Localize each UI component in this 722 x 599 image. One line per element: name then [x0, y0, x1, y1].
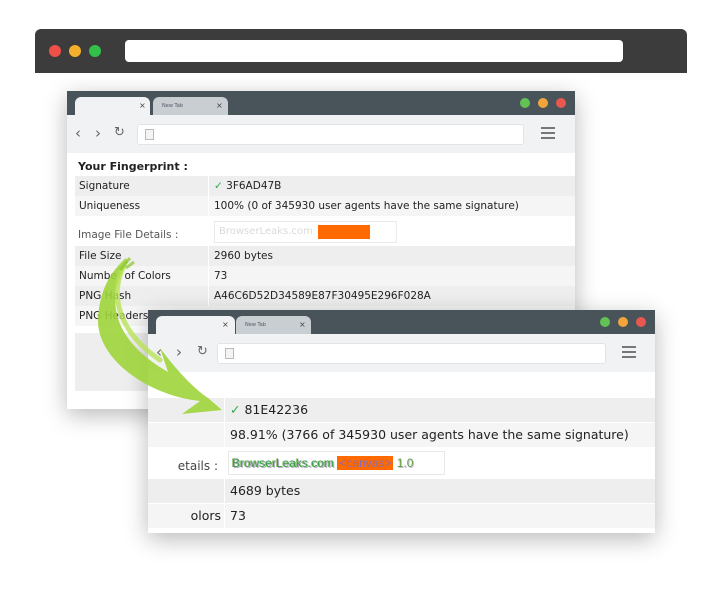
table-row: Signature ✓ 3F6AD47B: [75, 176, 575, 196]
chevron-left-icon[interactable]: ‹: [156, 343, 162, 361]
row-key: Number of Colors: [79, 270, 171, 282]
browser-window-front: × New Tab × ‹ › ↻ ✓ 81E42236 98.91% (376…: [148, 310, 655, 533]
outer-browser-bar: [35, 29, 687, 73]
row-key: Uniqueness: [79, 200, 141, 212]
row-value: A46C6D52D34589E87F30495E296F028A: [214, 290, 431, 302]
table-row: olors 73: [148, 504, 655, 528]
canvas-text: BrowserLeaks.com: [219, 226, 313, 237]
outer-address-bar[interactable]: [125, 40, 623, 62]
tab-new-tab[interactable]: New Tab ×: [236, 316, 311, 334]
minimize-dot-icon[interactable]: [618, 317, 628, 327]
section-label: etails :: [177, 459, 218, 473]
row-key: PNG Headers: [79, 310, 149, 322]
tab-active[interactable]: ×: [156, 316, 235, 334]
close-icon[interactable]: ×: [222, 320, 229, 329]
chevron-left-icon[interactable]: ‹: [75, 124, 81, 142]
row-key: PNG Hash: [79, 290, 132, 302]
row-key: Signature: [79, 180, 130, 192]
tab-label: New Tab: [162, 103, 183, 109]
tab-strip: × New Tab ×: [67, 91, 575, 115]
close-dot-icon[interactable]: [49, 45, 61, 57]
close-icon[interactable]: ×: [139, 101, 146, 110]
table-row: File Size 2960 bytes: [75, 246, 575, 266]
row-value: 73: [214, 270, 228, 282]
table-row: 4689 bytes: [148, 479, 655, 503]
checkmark-icon: ✓: [230, 402, 241, 417]
canvas-version-text: 1.0: [396, 456, 414, 470]
nav-bar: ‹ › ↻: [67, 115, 575, 153]
tab-strip: × New Tab ×: [148, 310, 655, 334]
fingerprint-title: Your Fingerprint :: [78, 160, 188, 173]
row-value: 73: [230, 508, 246, 523]
canvas-site-text: BrowserLeaks.com: [232, 456, 335, 470]
row-value: 2960 bytes: [214, 250, 273, 262]
row-value: ✓ 3F6AD47B: [214, 180, 282, 192]
maximize-dot-icon[interactable]: [600, 317, 610, 327]
tab-active[interactable]: ×: [75, 97, 150, 115]
reload-icon[interactable]: ↻: [114, 124, 125, 142]
canvas-tag-text: <canvas>: [337, 456, 394, 470]
address-bar[interactable]: [217, 343, 606, 364]
minimize-dot-icon[interactable]: [538, 98, 548, 108]
nav-bar: ‹ › ↻: [148, 334, 655, 372]
table-row: ✓ 81E42236: [148, 398, 655, 422]
canvas-image: BrowserLeaks.com: [214, 221, 397, 243]
table-row: Number of Colors 73: [75, 266, 575, 286]
maximize-dot-icon[interactable]: [89, 45, 101, 57]
hamburger-icon[interactable]: [541, 127, 555, 139]
row-value: 4689 bytes: [230, 483, 301, 498]
close-dot-icon[interactable]: [636, 317, 646, 327]
close-icon[interactable]: ×: [216, 101, 223, 110]
tab-label: New Tab: [245, 322, 266, 328]
row-key: olors: [190, 508, 221, 523]
close-dot-icon[interactable]: [556, 98, 566, 108]
row-value: 100% (0 of 345930 user agents have the s…: [214, 200, 519, 212]
table-row: PNG Hash A46C6D52D34589E87F30495E296F028…: [75, 286, 575, 306]
row-key: File Size: [79, 250, 122, 262]
page-icon: [225, 348, 234, 359]
row-value: 98.91% (3766 of 345930 user agents have …: [230, 427, 629, 442]
row-value: ✓ 81E42236: [230, 402, 309, 417]
canvas-image: BrowserLeaks.com <canvas> 1.0: [228, 451, 445, 475]
table-row: 98.91% (3766 of 345930 user agents have …: [148, 423, 655, 447]
reload-icon[interactable]: ↻: [197, 343, 208, 361]
tab-new-tab[interactable]: New Tab ×: [153, 97, 228, 115]
section-label: Image File Details :: [78, 229, 179, 241]
table-row: Uniqueness 100% (0 of 345930 user agents…: [75, 196, 575, 216]
chevron-right-icon[interactable]: ›: [95, 124, 101, 142]
page-icon: [145, 129, 154, 140]
minimize-dot-icon[interactable]: [69, 45, 81, 57]
canvas-orange-box: [318, 225, 370, 239]
close-icon[interactable]: ×: [299, 320, 306, 329]
chevron-right-icon[interactable]: ›: [176, 343, 182, 361]
address-bar[interactable]: [137, 124, 524, 145]
checkmark-icon: ✓: [214, 180, 223, 192]
hamburger-icon[interactable]: [622, 346, 636, 358]
maximize-dot-icon[interactable]: [520, 98, 530, 108]
